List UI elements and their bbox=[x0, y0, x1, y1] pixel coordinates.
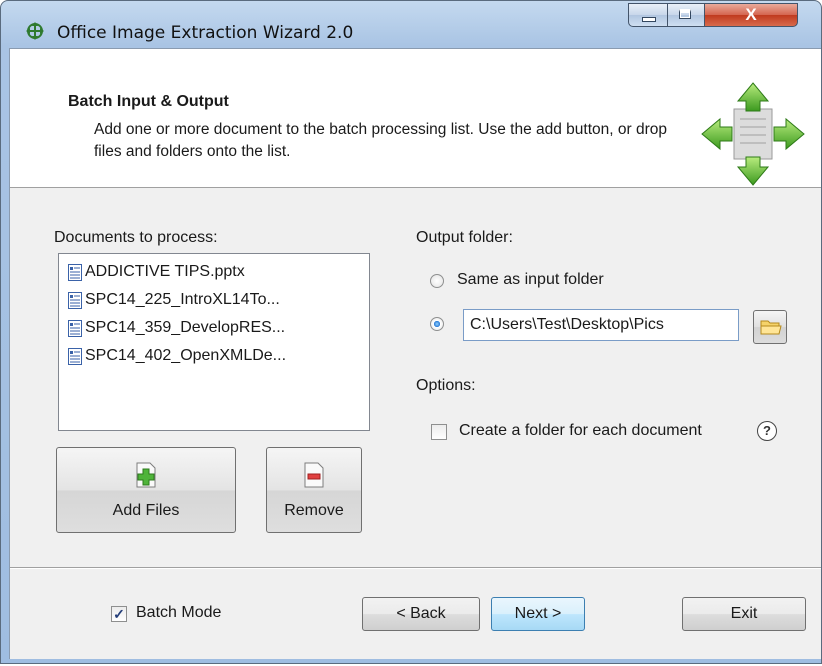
create-folder-label[interactable]: Create a folder for each document bbox=[459, 422, 702, 440]
minimize-button[interactable] bbox=[628, 3, 668, 27]
minimize-icon bbox=[642, 17, 656, 22]
list-item[interactable]: SPC14_359_DevelopRES... bbox=[62, 314, 366, 342]
add-file-icon bbox=[136, 462, 156, 488]
exit-button[interactable]: Exit bbox=[682, 597, 806, 631]
title-bar[interactable]: Office Image Extraction Wizard 2.0 X bbox=[1, 1, 821, 43]
list-item-label: SPC14_359_DevelopRES... bbox=[85, 319, 286, 336]
same-as-input-label[interactable]: Same as input folder bbox=[457, 271, 604, 289]
window-title: Office Image Extraction Wizard 2.0 bbox=[57, 23, 354, 43]
create-folder-checkbox[interactable] bbox=[431, 424, 447, 440]
list-item-label: ADDICTIVE TIPS.pptx bbox=[85, 263, 245, 280]
footer-divider bbox=[10, 567, 821, 569]
maximize-button[interactable] bbox=[667, 3, 705, 27]
list-item[interactable]: SPC14_225_IntroXL14To... bbox=[62, 286, 366, 314]
remove-button[interactable]: Remove bbox=[266, 447, 362, 533]
close-icon: X bbox=[745, 5, 757, 24]
remove-label: Remove bbox=[284, 502, 344, 519]
document-icon bbox=[68, 347, 82, 365]
documents-list[interactable]: ADDICTIVE TIPS.pptx SPC14_225_IntroXL14T… bbox=[58, 253, 370, 431]
maximize-icon bbox=[679, 9, 691, 19]
move-arrows-icon bbox=[701, 82, 805, 186]
custom-folder-radio[interactable] bbox=[430, 317, 444, 331]
browse-folder-button[interactable] bbox=[753, 310, 787, 344]
document-icon bbox=[68, 291, 82, 309]
list-item[interactable]: SPC14_402_OpenXMLDe... bbox=[62, 342, 366, 370]
options-label: Options: bbox=[416, 377, 476, 394]
page-title: Batch Input & Output bbox=[68, 93, 229, 110]
document-icon bbox=[68, 319, 82, 337]
app-icon bbox=[26, 22, 44, 40]
same-as-input-radio[interactable] bbox=[430, 274, 444, 288]
batch-mode-label[interactable]: Batch Mode bbox=[136, 604, 221, 622]
help-icon[interactable]: ? bbox=[757, 421, 777, 441]
add-files-label: Add Files bbox=[112, 502, 180, 519]
wizard-client-area: Batch Input & Output Add one or more doc… bbox=[9, 48, 821, 659]
add-files-button[interactable]: Add Files bbox=[56, 447, 236, 533]
page-description: Add one or more document to the batch pr… bbox=[94, 121, 667, 160]
document-icon bbox=[68, 263, 82, 281]
wizard-header: Batch Input & Output Add one or more doc… bbox=[10, 49, 821, 188]
list-item-label: SPC14_225_IntroXL14To... bbox=[85, 291, 280, 308]
batch-mode-checkbox[interactable]: ✓ bbox=[111, 606, 127, 622]
folder-icon bbox=[760, 320, 782, 335]
list-item[interactable]: ADDICTIVE TIPS.pptx bbox=[62, 258, 366, 286]
documents-label: Documents to process: bbox=[54, 229, 218, 246]
back-button[interactable]: < Back bbox=[362, 597, 480, 631]
wizard-window: Office Image Extraction Wizard 2.0 X Bat… bbox=[0, 0, 822, 664]
list-item-label: SPC14_402_OpenXMLDe... bbox=[85, 347, 287, 364]
next-button[interactable]: Next > bbox=[491, 597, 585, 631]
close-button[interactable]: X bbox=[704, 3, 798, 27]
remove-file-icon bbox=[304, 462, 324, 488]
output-path-input[interactable]: C:\Users\Test\Desktop\Pics bbox=[463, 309, 739, 341]
output-folder-label: Output folder: bbox=[416, 229, 513, 246]
